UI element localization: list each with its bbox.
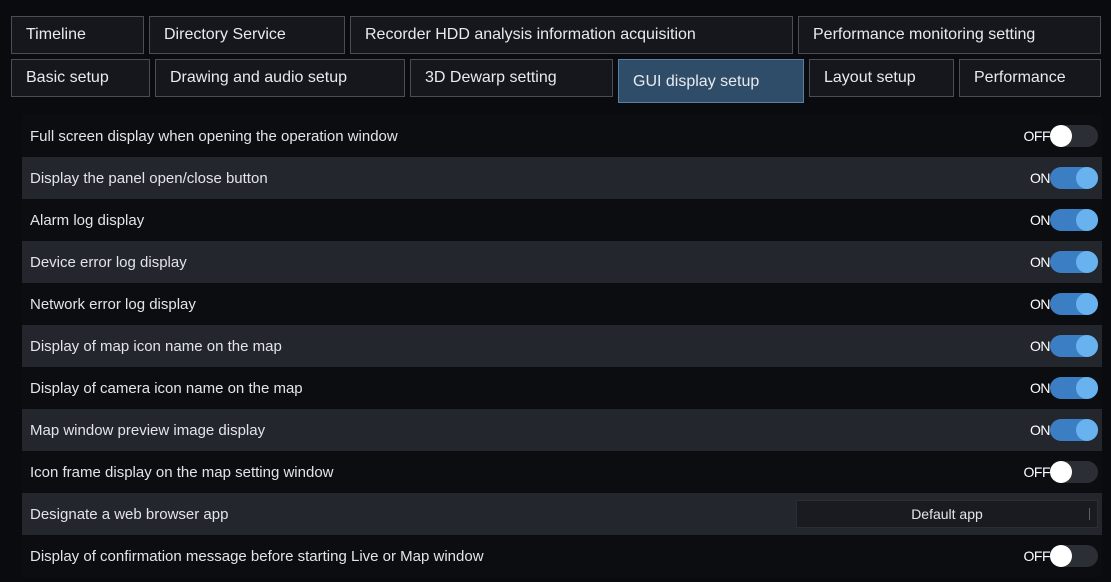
- toggle-state-text: OFF: [1023, 464, 1051, 480]
- toggle-state-text: ON: [1030, 170, 1051, 186]
- toggle-track: [1050, 125, 1098, 147]
- toggle-track: [1050, 293, 1098, 315]
- setting-label: Map window preview image display: [30, 421, 266, 439]
- toggle-knob: [1076, 335, 1098, 357]
- setting-row-confirmation-message: Display of confirmation message before s…: [22, 535, 1102, 577]
- tab-basic-setup[interactable]: Basic setup: [11, 59, 150, 97]
- panel-button-toggle[interactable]: ON: [1020, 167, 1098, 189]
- toggle-track: [1050, 335, 1098, 357]
- network-error-log-toggle[interactable]: ON: [1020, 293, 1098, 315]
- setting-label: Network error log display: [30, 295, 196, 313]
- icon-frame-toggle[interactable]: OFF: [1020, 461, 1098, 483]
- setting-row-map-preview: Map window preview image display ON: [22, 409, 1102, 451]
- setting-label: Display of confirmation message before s…: [30, 547, 484, 565]
- toggle-knob: [1076, 377, 1098, 399]
- toggle-state-text: ON: [1030, 254, 1051, 270]
- setting-row-panel-button: Display the panel open/close button ON: [22, 157, 1102, 199]
- setting-row-web-browser-app: Designate a web browser app Default app: [22, 493, 1102, 535]
- toggle-knob: [1050, 125, 1072, 147]
- toggle-knob: [1076, 419, 1098, 441]
- device-error-log-toggle[interactable]: ON: [1020, 251, 1098, 273]
- tab-directory-service[interactable]: Directory Service: [149, 16, 345, 54]
- setting-row-icon-frame: Icon frame display on the map setting wi…: [22, 451, 1102, 493]
- tab-layout-setup[interactable]: Layout setup: [809, 59, 954, 97]
- settings-list: Full screen display when opening the ope…: [22, 115, 1102, 577]
- setting-label: Display of camera icon name on the map: [30, 379, 303, 397]
- toggle-track: [1050, 419, 1098, 441]
- toggle-track: [1050, 167, 1098, 189]
- tab-timeline[interactable]: Timeline: [11, 16, 144, 54]
- toggle-track: [1050, 251, 1098, 273]
- tab-row-upper: Timeline Directory Service Recorder HDD …: [11, 16, 1101, 54]
- full-screen-toggle[interactable]: OFF: [1020, 125, 1098, 147]
- setting-label: Display the panel open/close button: [30, 169, 268, 187]
- toggle-knob: [1076, 167, 1098, 189]
- setting-row-device-error-log: Device error log display ON: [22, 241, 1102, 283]
- toggle-knob: [1076, 209, 1098, 231]
- map-preview-toggle[interactable]: ON: [1020, 419, 1098, 441]
- tab-gui-display-setup[interactable]: GUI display setup: [618, 59, 804, 103]
- toggle-state-text: ON: [1030, 380, 1051, 396]
- select-value: Default app: [911, 506, 983, 522]
- toggle-state-text: OFF: [1023, 128, 1051, 144]
- setting-label: Full screen display when opening the ope…: [30, 127, 398, 145]
- map-icon-name-toggle[interactable]: ON: [1020, 335, 1098, 357]
- toggle-track: [1050, 545, 1098, 567]
- toggle-state-text: OFF: [1023, 548, 1051, 564]
- dropdown-edge-icon: [1089, 508, 1093, 520]
- tab-row-lower: Basic setup Drawing and audio setup 3D D…: [11, 59, 1101, 103]
- setting-label: Icon frame display on the map setting wi…: [30, 463, 334, 481]
- confirmation-message-toggle[interactable]: OFF: [1020, 545, 1098, 567]
- setting-row-alarm-log: Alarm log display ON: [22, 199, 1102, 241]
- toggle-knob: [1050, 545, 1072, 567]
- toggle-knob: [1076, 293, 1098, 315]
- toggle-knob: [1076, 251, 1098, 273]
- toggle-track: [1050, 209, 1098, 231]
- tab-performance-monitoring-setting[interactable]: Performance monitoring setting: [798, 16, 1101, 54]
- tab-performance[interactable]: Performance: [959, 59, 1101, 97]
- toggle-state-text: ON: [1030, 296, 1051, 312]
- web-browser-app-select[interactable]: Default app: [796, 500, 1098, 528]
- setting-row-full-screen: Full screen display when opening the ope…: [22, 115, 1102, 157]
- toggle-state-text: ON: [1030, 422, 1051, 438]
- setting-label: Device error log display: [30, 253, 187, 271]
- toggle-track: [1050, 377, 1098, 399]
- tab-3d-dewarp-setting[interactable]: 3D Dewarp setting: [410, 59, 613, 97]
- tab-recorder-hdd-analysis[interactable]: Recorder HDD analysis information acquis…: [350, 16, 793, 54]
- setting-label: Alarm log display: [30, 211, 145, 229]
- camera-icon-name-toggle[interactable]: ON: [1020, 377, 1098, 399]
- alarm-log-toggle[interactable]: ON: [1020, 209, 1098, 231]
- toggle-state-text: ON: [1030, 338, 1051, 354]
- tab-drawing-audio-setup[interactable]: Drawing and audio setup: [155, 59, 405, 97]
- setting-label: Designate a web browser app: [30, 505, 229, 523]
- setting-row-map-icon-name: Display of map icon name on the map ON: [22, 325, 1102, 367]
- setting-row-camera-icon-name: Display of camera icon name on the map O…: [22, 367, 1102, 409]
- toggle-track: [1050, 461, 1098, 483]
- toggle-state-text: ON: [1030, 212, 1051, 228]
- toggle-knob: [1050, 461, 1072, 483]
- setting-label: Display of map icon name on the map: [30, 337, 282, 355]
- setting-row-network-error-log: Network error log display ON: [22, 283, 1102, 325]
